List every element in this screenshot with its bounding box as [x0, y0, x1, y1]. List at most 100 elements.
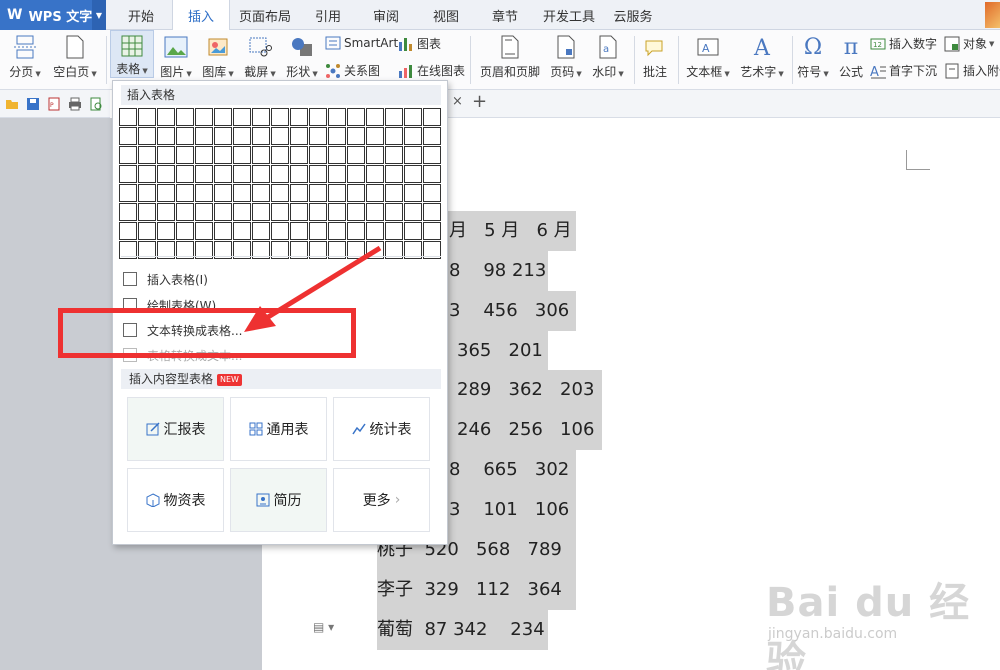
grid-cell[interactable]	[404, 184, 422, 202]
grid-cell[interactable]	[423, 127, 441, 145]
grid-cell[interactable]	[423, 108, 441, 126]
grid-cell[interactable]	[252, 165, 270, 183]
dropcap-button[interactable]: A 首字下沉	[870, 62, 937, 80]
grid-cell[interactable]	[347, 146, 365, 164]
grid-cell[interactable]	[214, 108, 232, 126]
grid-cell[interactable]	[252, 108, 270, 126]
open-folder-icon[interactable]	[5, 97, 19, 111]
tab-references[interactable]: 引用	[300, 0, 356, 30]
grid-cell[interactable]	[176, 108, 194, 126]
grid-cell[interactable]	[157, 146, 175, 164]
gallery-button[interactable]: 图库 ▼	[198, 34, 238, 80]
wordart-button[interactable]: A 艺术字 ▼	[736, 34, 788, 80]
grid-cell[interactable]	[328, 184, 346, 202]
grid-cell[interactable]	[366, 108, 384, 126]
grid-cell[interactable]	[423, 184, 441, 202]
blank-page-button[interactable]: 空白页 ▼	[50, 34, 100, 80]
grid-cell[interactable]	[176, 203, 194, 221]
grid-cell[interactable]	[271, 222, 289, 240]
grid-cell[interactable]	[138, 222, 156, 240]
grid-cell[interactable]	[328, 108, 346, 126]
tab-developer[interactable]: 开发工具	[534, 0, 604, 30]
grid-cell[interactable]	[366, 184, 384, 202]
template-card-statistics[interactable]: 统计表	[333, 397, 430, 461]
grid-cell[interactable]	[290, 146, 308, 164]
grid-cell[interactable]	[176, 127, 194, 145]
grid-cell[interactable]	[366, 203, 384, 221]
template-card-more[interactable]: 更多 ›	[333, 468, 430, 532]
grid-cell[interactable]	[233, 146, 251, 164]
grid-cell[interactable]	[347, 108, 365, 126]
grid-cell[interactable]	[385, 203, 403, 221]
grid-cell[interactable]	[366, 127, 384, 145]
print-icon[interactable]	[68, 97, 82, 111]
grid-cell[interactable]	[347, 184, 365, 202]
grid-cell[interactable]	[404, 165, 422, 183]
header-footer-button[interactable]: 页眉和页脚	[478, 34, 542, 80]
grid-cell[interactable]	[385, 108, 403, 126]
grid-cell[interactable]	[328, 127, 346, 145]
grid-cell[interactable]	[157, 222, 175, 240]
grid-cell[interactable]	[309, 184, 327, 202]
grid-cell[interactable]	[347, 127, 365, 145]
object-button[interactable]: 对象 ▼	[944, 35, 994, 52]
grid-cell[interactable]	[252, 146, 270, 164]
grid-cell[interactable]	[328, 165, 346, 183]
grid-cell[interactable]	[157, 165, 175, 183]
export-pdf-icon[interactable]: P	[47, 97, 61, 111]
new-tab-button[interactable]: +	[472, 91, 487, 112]
grid-cell[interactable]	[233, 108, 251, 126]
online-chart-button[interactable]: 在线图表	[398, 62, 465, 79]
grid-cell[interactable]	[233, 184, 251, 202]
grid-cell[interactable]	[119, 108, 137, 126]
grid-cell[interactable]	[423, 165, 441, 183]
comment-button[interactable]: 批注	[638, 34, 672, 80]
grid-cell[interactable]	[119, 203, 137, 221]
grid-cell[interactable]	[309, 146, 327, 164]
page-break-button[interactable]: 分页 ▼	[6, 34, 44, 80]
grid-cell[interactable]	[290, 127, 308, 145]
grid-cell[interactable]	[404, 203, 422, 221]
shape-button[interactable]: 形状 ▼	[282, 34, 322, 80]
grid-cell[interactable]	[138, 165, 156, 183]
grid-cell[interactable]	[271, 127, 289, 145]
tab-insert[interactable]: 插入	[172, 0, 230, 31]
grid-cell[interactable]	[252, 127, 270, 145]
tab-cloud[interactable]: 云服务	[604, 0, 662, 30]
grid-cell[interactable]	[385, 165, 403, 183]
grid-cell[interactable]	[290, 203, 308, 221]
grid-cell[interactable]	[195, 184, 213, 202]
grid-cell[interactable]	[309, 165, 327, 183]
grid-cell[interactable]	[176, 222, 194, 240]
grid-cell[interactable]	[328, 146, 346, 164]
grid-cell[interactable]	[233, 165, 251, 183]
grid-cell[interactable]	[309, 203, 327, 221]
print-preview-icon[interactable]	[89, 97, 103, 111]
grid-cell[interactable]	[119, 146, 137, 164]
textbox-button[interactable]: A 文本框 ▼	[682, 34, 734, 80]
table-text-line[interactable]: 李子 329 112 364	[377, 570, 576, 610]
grid-cell[interactable]	[138, 146, 156, 164]
insert-attachment-button[interactable]: 插入附件	[944, 62, 1000, 79]
grid-cell[interactable]	[119, 165, 137, 183]
grid-cell[interactable]	[195, 203, 213, 221]
grid-cell[interactable]	[195, 127, 213, 145]
grid-cell[interactable]	[233, 127, 251, 145]
grid-cell[interactable]	[347, 165, 365, 183]
grid-cell[interactable]	[347, 203, 365, 221]
grid-cell[interactable]	[195, 222, 213, 240]
grid-cell[interactable]	[290, 165, 308, 183]
template-card-inventory[interactable]: 物资表	[127, 468, 224, 532]
formula-button[interactable]: π 公式	[834, 34, 868, 80]
grid-cell[interactable]	[176, 165, 194, 183]
grid-cell[interactable]	[214, 127, 232, 145]
tab-view[interactable]: 视图	[416, 0, 476, 30]
grid-cell[interactable]	[271, 165, 289, 183]
grid-cell[interactable]	[157, 203, 175, 221]
chevron-down-icon[interactable]: ▼	[92, 0, 106, 30]
grid-cell[interactable]	[271, 108, 289, 126]
grid-cell[interactable]	[309, 222, 327, 240]
grid-cell[interactable]	[404, 127, 422, 145]
grid-cell[interactable]	[309, 127, 327, 145]
relation-chart-button[interactable]: 关系图	[325, 62, 380, 79]
